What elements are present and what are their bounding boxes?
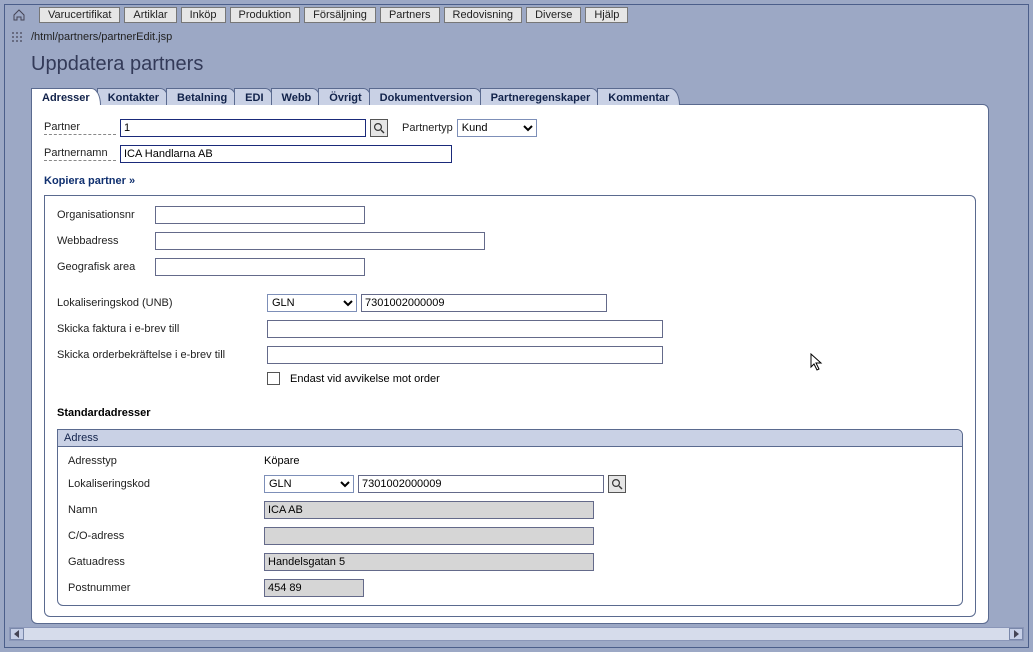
search-icon bbox=[373, 122, 385, 134]
page-title: Uppdatera partners bbox=[31, 53, 1028, 76]
tab-webb[interactable]: Webb bbox=[271, 88, 323, 105]
web-input[interactable] bbox=[155, 232, 485, 250]
partnertype-label: Partnertyp bbox=[402, 122, 453, 134]
partner-input[interactable] bbox=[120, 119, 366, 137]
menu-hjalp[interactable]: Hjälp bbox=[585, 7, 628, 23]
geo-input[interactable] bbox=[155, 258, 365, 276]
left-gutter bbox=[5, 25, 31, 647]
menu-artiklar[interactable]: Artiklar bbox=[124, 7, 176, 23]
only-on-deviation-checkbox[interactable] bbox=[267, 372, 280, 385]
details-panel: Organisationsnr Webbadress Geografisk ar… bbox=[44, 195, 976, 617]
menu-diverse[interactable]: Diverse bbox=[526, 7, 581, 23]
address-panel: Adress Adresstyp Köpare Lokaliseringskod… bbox=[57, 429, 963, 606]
orgnr-input[interactable] bbox=[155, 206, 365, 224]
addr-name-input[interactable] bbox=[264, 501, 594, 519]
addr-type-label: Adresstyp bbox=[68, 455, 260, 467]
addr-postal-label: Postnummer bbox=[68, 582, 260, 594]
orgnr-label: Organisationsnr bbox=[57, 209, 151, 221]
address-panel-header: Adress bbox=[58, 430, 962, 447]
panel-grip-icon[interactable] bbox=[11, 36, 25, 48]
horizontal-scrollbar[interactable] bbox=[9, 627, 1024, 641]
tab-adresser[interactable]: Adresser bbox=[31, 88, 101, 105]
home-icon[interactable] bbox=[11, 7, 27, 23]
unb-value-input[interactable] bbox=[361, 294, 607, 312]
orderconf-email-input[interactable] bbox=[267, 346, 663, 364]
web-label: Webbadress bbox=[57, 235, 151, 247]
addr-type-value: Köpare bbox=[264, 455, 299, 467]
unb-label: Lokaliseringskod (UNB) bbox=[57, 297, 263, 309]
menu-inkop[interactable]: Inköp bbox=[181, 7, 226, 23]
partner-label: Partner bbox=[44, 121, 116, 135]
addr-name-label: Namn bbox=[68, 504, 260, 516]
tab-edi[interactable]: EDI bbox=[234, 88, 274, 105]
tab-kontakter[interactable]: Kontakter bbox=[97, 88, 170, 105]
orderconf-email-label: Skicka orderbekräftelse i e-brev till bbox=[57, 349, 263, 361]
tab-panel-adresser: Partner Partnertyp Kund Partnernamn Kopi… bbox=[31, 104, 989, 624]
invoice-email-label: Skicka faktura i e-brev till bbox=[57, 323, 263, 335]
scroll-right-arrow-icon[interactable] bbox=[1009, 628, 1023, 640]
partner-lookup-button[interactable] bbox=[370, 119, 388, 137]
addr-postal-input[interactable] bbox=[264, 579, 364, 597]
tabstrip: Adresser Kontakter Betalning EDI Webb Öv… bbox=[31, 88, 1028, 105]
copy-partner-link[interactable]: Kopiera partner » bbox=[44, 175, 135, 187]
menu-redovisning[interactable]: Redovisning bbox=[444, 7, 523, 23]
tab-ovrigt[interactable]: Övrigt bbox=[318, 88, 372, 105]
partnername-label: Partnernamn bbox=[44, 147, 116, 161]
addr-co-label: C/O-adress bbox=[68, 530, 260, 542]
partnertype-select[interactable]: Kund bbox=[457, 119, 537, 137]
addr-loc-label: Lokaliseringskod bbox=[68, 478, 260, 490]
tab-partneregenskaper[interactable]: Partneregenskaper bbox=[480, 88, 602, 105]
search-icon bbox=[611, 478, 623, 490]
breadcrumb: /html/partners/partnerEdit.jsp bbox=[31, 25, 1028, 51]
menu-forsaljning[interactable]: Försäljning bbox=[304, 7, 376, 23]
tab-kommentar[interactable]: Kommentar bbox=[597, 88, 680, 105]
addr-loc-lookup-button[interactable] bbox=[608, 475, 626, 493]
geo-label: Geografisk area bbox=[57, 261, 151, 273]
addr-co-input[interactable] bbox=[264, 527, 594, 545]
tab-dokumentversion[interactable]: Dokumentversion bbox=[369, 88, 484, 105]
partnername-input[interactable] bbox=[120, 145, 452, 163]
main-menubar: Varucertifikat Artiklar Inköp Produktion… bbox=[5, 5, 1028, 25]
menu-varucertifikat[interactable]: Varucertifikat bbox=[39, 7, 120, 23]
tab-betalning[interactable]: Betalning bbox=[166, 88, 238, 105]
addr-street-input[interactable] bbox=[264, 553, 594, 571]
menu-partners[interactable]: Partners bbox=[380, 7, 440, 23]
only-on-deviation-label: Endast vid avvikelse mot order bbox=[290, 373, 440, 385]
menu-produktion[interactable]: Produktion bbox=[230, 7, 301, 23]
addr-loc-type-select[interactable]: GLN bbox=[264, 475, 354, 493]
invoice-email-input[interactable] bbox=[267, 320, 663, 338]
addr-street-label: Gatuadress bbox=[68, 556, 260, 568]
standard-addresses-heading: Standardadresser bbox=[57, 407, 963, 419]
unb-type-select[interactable]: GLN bbox=[267, 294, 357, 312]
scroll-left-arrow-icon[interactable] bbox=[10, 628, 24, 640]
addr-loc-value-input[interactable] bbox=[358, 475, 604, 493]
